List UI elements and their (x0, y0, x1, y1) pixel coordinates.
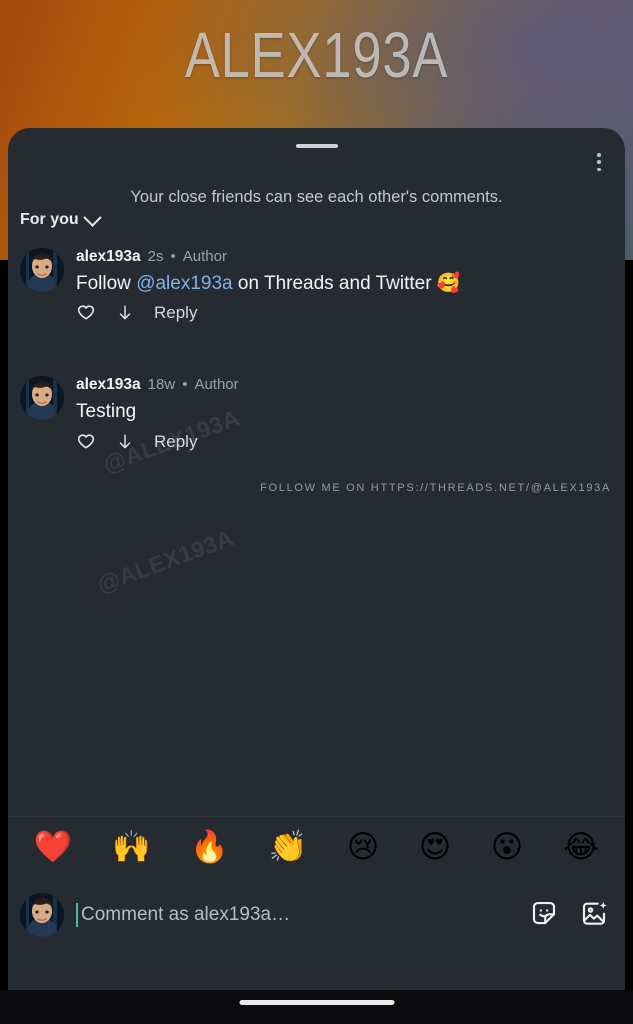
comment-list: alex193a 2s • Author Follow @alex193a on… (8, 246, 625, 836)
reply-button[interactable]: Reply (154, 303, 197, 323)
kebab-dot (597, 167, 601, 171)
comment-body: alex193a 18w • Author Testing Reply (76, 374, 611, 454)
fire-emoji[interactable]: 🔥 (190, 832, 229, 863)
kebab-menu-icon[interactable] (589, 151, 609, 173)
home-indicator[interactable] (239, 1000, 394, 1005)
author-badge: Author (182, 248, 227, 265)
sticker-icon[interactable] (529, 898, 559, 933)
heart-outline-icon[interactable] (76, 432, 96, 452)
red-heart-emoji[interactable]: ❤️ (34, 832, 73, 863)
raising-hands-emoji[interactable]: 🙌 (112, 832, 151, 863)
separator-dot: • (182, 376, 188, 394)
comments-sheet: Your close friends can see each other's … (8, 128, 625, 990)
image-sparkle-icon[interactable] (579, 898, 609, 933)
reply-button[interactable]: Reply (154, 432, 197, 452)
comment-username[interactable]: alex193a (76, 248, 141, 265)
comment-text: Testing (76, 400, 137, 422)
avatar[interactable] (20, 376, 64, 421)
comment-item: alex193a 2s • Author Follow @alex193a on… (8, 246, 625, 326)
sheet-drag-handle[interactable] (295, 144, 338, 148)
for-you-filter[interactable]: For you (20, 207, 102, 229)
comment-text-before: Follow (76, 272, 137, 294)
author-badge: Author (194, 376, 239, 394)
surprised-face-emoji[interactable]: 😮 (491, 832, 523, 863)
chevron-down-icon (82, 207, 102, 227)
comment-composer: Comment as alex193a… (8, 878, 625, 952)
for-you-label: For you (20, 211, 79, 228)
avatar[interactable] (20, 248, 64, 292)
kebab-dot (597, 153, 601, 157)
comment-timestamp: 2s (147, 248, 164, 265)
down-arrow-icon[interactable] (116, 432, 134, 452)
composer-tools (529, 898, 609, 933)
comment-item: alex193a 18w • Author Testing Reply (8, 374, 625, 454)
down-arrow-icon[interactable] (116, 303, 134, 323)
kebab-dot (597, 160, 601, 164)
comment-timestamp: 18w (147, 376, 176, 394)
comment-input[interactable]: Comment as alex193a… (76, 903, 515, 927)
comment-actions: Reply (76, 429, 611, 455)
system-navigation-bar (0, 990, 633, 1024)
crying-face-emoji[interactable]: 😢 (347, 832, 379, 863)
comment-input-placeholder: Comment as alex193a… (81, 904, 291, 925)
comment-username[interactable]: alex193a (76, 376, 141, 393)
comment-header: alex193a 2s • Author (76, 246, 611, 266)
emoji-reaction-bar: ❤️ 🙌 🔥 👏 😢 😍 😮 😂 (8, 816, 625, 878)
comment-text: Follow @alex193a on Threads and Twitter … (76, 272, 611, 296)
text-cursor (76, 903, 78, 927)
composer-avatar[interactable] (20, 893, 64, 937)
separator-dot: • (170, 248, 176, 265)
phone-screen: ALEX193A Your close friends can see each… (0, 0, 633, 1024)
close-friends-note: Your close friends can see each other's … (130, 188, 503, 206)
heart-outline-icon[interactable] (76, 303, 96, 323)
comment-header: alex193a 18w • Author (76, 374, 611, 394)
backdrop-title: ALEX193A (184, 19, 449, 91)
mention-link[interactable]: @alex193a (136, 273, 232, 294)
clapping-hands-emoji[interactable]: 👏 (269, 832, 308, 863)
comment-actions: Reply (76, 300, 611, 326)
heart-eyes-emoji[interactable]: 😍 (419, 832, 451, 863)
tears-of-joy-emoji[interactable]: 😂 (563, 832, 599, 863)
comment-text-after: on Threads and Twitter 🥰 (232, 272, 461, 294)
comment-body: alex193a 2s • Author Follow @alex193a on… (76, 246, 611, 326)
